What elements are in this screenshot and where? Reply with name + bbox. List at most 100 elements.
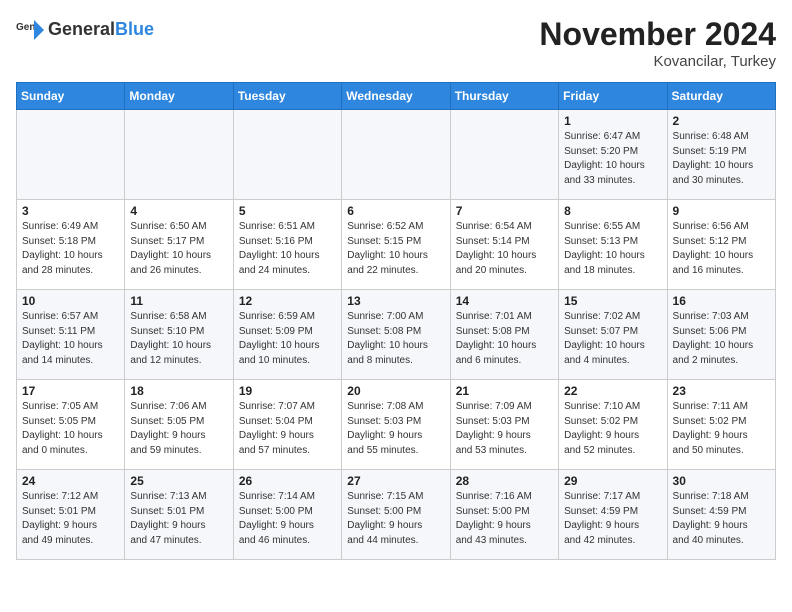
day-info: Sunrise: 7:11 AM Sunset: 5:02 PM Dayligh… bbox=[673, 400, 770, 458]
day-cell: 8 Sunrise: 6:55 AM Sunset: 5:13 PM Daylig… bbox=[559, 200, 667, 290]
header-friday: Friday bbox=[559, 83, 667, 110]
day-number: 21 bbox=[456, 384, 553, 398]
day-info: Sunrise: 7:14 AM Sunset: 5:00 PM Dayligh… bbox=[239, 490, 336, 548]
day-cell: 2Sunrise: 6:48 AM Sunset: 5:19 PM Daylig… bbox=[667, 110, 775, 200]
day-cell: 20Sunrise: 7:08 AM Sunset: 5:03 PM Dayli… bbox=[342, 380, 450, 470]
day-cell: 27 Sunrise: 7:15 AM Sunset: 5:00 PM Dayli… bbox=[342, 470, 450, 560]
day-info: Sunrise: 7:02 AM Sunset: 5:07 PM Dayligh… bbox=[564, 310, 661, 368]
day-number: 24 bbox=[22, 474, 119, 488]
day-info: Sunrise: 6:56 AM Sunset: 5:12 PM Dayligh… bbox=[673, 220, 770, 278]
day-number: 3 bbox=[22, 204, 119, 218]
day-info: Sunrise: 7:16 AM Sunset: 5:00 PM Dayligh… bbox=[456, 490, 553, 548]
day-number: 23 bbox=[673, 384, 770, 398]
day-info: Sunrise: 6:50 AM Sunset: 5:17 PM Dayligh… bbox=[130, 220, 227, 278]
day-info: Sunrise: 6:59 AM Sunset: 5:09 PM Dayligh… bbox=[239, 310, 336, 368]
day-info: Sunrise: 6:49 AM Sunset: 5:18 PM Dayligh… bbox=[22, 220, 119, 278]
day-cell bbox=[342, 110, 450, 200]
day-cell: 26 Sunrise: 7:14 AM Sunset: 5:00 PM Dayli… bbox=[233, 470, 341, 560]
day-number: 12 bbox=[239, 294, 336, 308]
day-number: 19 bbox=[239, 384, 336, 398]
title-block: November 2024 Kovancilar, Turkey bbox=[539, 16, 776, 70]
day-number: 7 bbox=[456, 204, 553, 218]
day-number: 29 bbox=[564, 474, 661, 488]
calendar-table: Sunday Monday Tuesday Wednesday Thursday… bbox=[16, 82, 776, 560]
day-info: Sunrise: 6:51 AM Sunset: 5:16 PM Dayligh… bbox=[239, 220, 336, 278]
day-number: 18 bbox=[130, 384, 227, 398]
logo-icon: Gen bbox=[16, 16, 44, 44]
header-wednesday: Wednesday bbox=[342, 83, 450, 110]
logo: Gen GeneralBlue bbox=[16, 16, 154, 44]
day-info: Sunrise: 6:47 AM Sunset: 5:20 PM Dayligh… bbox=[564, 130, 661, 188]
day-cell: 24 Sunrise: 7:12 AM Sunset: 5:01 PM Dayli… bbox=[17, 470, 125, 560]
header-sunday: Sunday bbox=[17, 83, 125, 110]
day-cell: 28 Sunrise: 7:16 AM Sunset: 5:00 PM Dayli… bbox=[450, 470, 558, 560]
page-header: Gen GeneralBlue November 2024 Kovancilar… bbox=[16, 16, 776, 70]
day-number: 4 bbox=[130, 204, 227, 218]
day-info: Sunrise: 6:55 AM Sunset: 5:13 PM Dayligh… bbox=[564, 220, 661, 278]
day-info: Sunrise: 7:05 AM Sunset: 5:05 PM Dayligh… bbox=[22, 400, 119, 458]
day-number: 17 bbox=[22, 384, 119, 398]
calendar-location: Kovancilar, Turkey bbox=[539, 53, 776, 70]
calendar-title: November 2024 bbox=[539, 16, 776, 53]
day-number: 20 bbox=[347, 384, 444, 398]
day-cell: 29 Sunrise: 7:17 AM Sunset: 4:59 PM Dayli… bbox=[559, 470, 667, 560]
day-cell: 14 Sunrise: 7:01 AM Sunset: 5:08 PM Dayli… bbox=[450, 290, 558, 380]
day-info: Sunrise: 6:58 AM Sunset: 5:10 PM Dayligh… bbox=[130, 310, 227, 368]
day-number: 16 bbox=[673, 294, 770, 308]
day-info: Sunrise: 6:48 AM Sunset: 5:19 PM Dayligh… bbox=[673, 130, 770, 188]
day-number: 30 bbox=[673, 474, 770, 488]
week-row-2: 3 Sunrise: 6:49 AM Sunset: 5:18 PM Daylig… bbox=[17, 200, 776, 290]
day-number: 1 bbox=[564, 114, 661, 128]
day-cell: 19Sunrise: 7:07 AM Sunset: 5:04 PM Dayli… bbox=[233, 380, 341, 470]
day-cell: 3 Sunrise: 6:49 AM Sunset: 5:18 PM Daylig… bbox=[17, 200, 125, 290]
day-info: Sunrise: 6:54 AM Sunset: 5:14 PM Dayligh… bbox=[456, 220, 553, 278]
svg-text:Gen: Gen bbox=[16, 22, 35, 33]
logo-general: GeneralBlue bbox=[48, 20, 154, 40]
day-info: Sunrise: 7:01 AM Sunset: 5:08 PM Dayligh… bbox=[456, 310, 553, 368]
day-cell: 7 Sunrise: 6:54 AM Sunset: 5:14 PM Daylig… bbox=[450, 200, 558, 290]
day-cell: 11 Sunrise: 6:58 AM Sunset: 5:10 PM Dayli… bbox=[125, 290, 233, 380]
week-row-3: 10Sunrise: 6:57 AM Sunset: 5:11 PM Dayli… bbox=[17, 290, 776, 380]
calendar-header-row: Sunday Monday Tuesday Wednesday Thursday… bbox=[17, 83, 776, 110]
week-row-4: 17 Sunrise: 7:05 AM Sunset: 5:05 PM Dayli… bbox=[17, 380, 776, 470]
day-cell: 16 Sunrise: 7:03 AM Sunset: 5:06 PM Dayli… bbox=[667, 290, 775, 380]
day-cell: 17 Sunrise: 7:05 AM Sunset: 5:05 PM Dayli… bbox=[17, 380, 125, 470]
day-cell bbox=[450, 110, 558, 200]
header-thursday: Thursday bbox=[450, 83, 558, 110]
day-info: Sunrise: 7:17 AM Sunset: 4:59 PM Dayligh… bbox=[564, 490, 661, 548]
day-cell bbox=[17, 110, 125, 200]
day-cell: 5 Sunrise: 6:51 AM Sunset: 5:16 PM Daylig… bbox=[233, 200, 341, 290]
day-number: 8 bbox=[564, 204, 661, 218]
day-info: Sunrise: 7:09 AM Sunset: 5:03 PM Dayligh… bbox=[456, 400, 553, 458]
day-cell: 22Sunrise: 7:10 AM Sunset: 5:02 PM Dayli… bbox=[559, 380, 667, 470]
day-info: Sunrise: 7:15 AM Sunset: 5:00 PM Dayligh… bbox=[347, 490, 444, 548]
day-info: Sunrise: 7:13 AM Sunset: 5:01 PM Dayligh… bbox=[130, 490, 227, 548]
day-cell: 9 Sunrise: 6:56 AM Sunset: 5:12 PM Daylig… bbox=[667, 200, 775, 290]
day-cell: 10Sunrise: 6:57 AM Sunset: 5:11 PM Dayli… bbox=[17, 290, 125, 380]
day-cell: 6 Sunrise: 6:52 AM Sunset: 5:15 PM Daylig… bbox=[342, 200, 450, 290]
day-cell bbox=[233, 110, 341, 200]
day-number: 28 bbox=[456, 474, 553, 488]
day-number: 14 bbox=[456, 294, 553, 308]
day-number: 27 bbox=[347, 474, 444, 488]
day-cell: 18Sunrise: 7:06 AM Sunset: 5:05 PM Dayli… bbox=[125, 380, 233, 470]
day-info: Sunrise: 7:18 AM Sunset: 4:59 PM Dayligh… bbox=[673, 490, 770, 548]
day-cell: 15 Sunrise: 7:02 AM Sunset: 5:07 PM Dayli… bbox=[559, 290, 667, 380]
day-number: 11 bbox=[130, 294, 227, 308]
day-number: 15 bbox=[564, 294, 661, 308]
day-cell bbox=[125, 110, 233, 200]
day-number: 26 bbox=[239, 474, 336, 488]
day-info: Sunrise: 6:52 AM Sunset: 5:15 PM Dayligh… bbox=[347, 220, 444, 278]
day-info: Sunrise: 7:10 AM Sunset: 5:02 PM Dayligh… bbox=[564, 400, 661, 458]
day-number: 25 bbox=[130, 474, 227, 488]
day-info: Sunrise: 7:03 AM Sunset: 5:06 PM Dayligh… bbox=[673, 310, 770, 368]
day-number: 6 bbox=[347, 204, 444, 218]
day-info: Sunrise: 7:12 AM Sunset: 5:01 PM Dayligh… bbox=[22, 490, 119, 548]
day-number: 9 bbox=[673, 204, 770, 218]
header-monday: Monday bbox=[125, 83, 233, 110]
day-cell: 4 Sunrise: 6:50 AM Sunset: 5:17 PM Daylig… bbox=[125, 200, 233, 290]
day-number: 5 bbox=[239, 204, 336, 218]
day-cell: 23 Sunrise: 7:11 AM Sunset: 5:02 PM Dayli… bbox=[667, 380, 775, 470]
day-info: Sunrise: 7:00 AM Sunset: 5:08 PM Dayligh… bbox=[347, 310, 444, 368]
day-cell: 25 Sunrise: 7:13 AM Sunset: 5:01 PM Dayli… bbox=[125, 470, 233, 560]
